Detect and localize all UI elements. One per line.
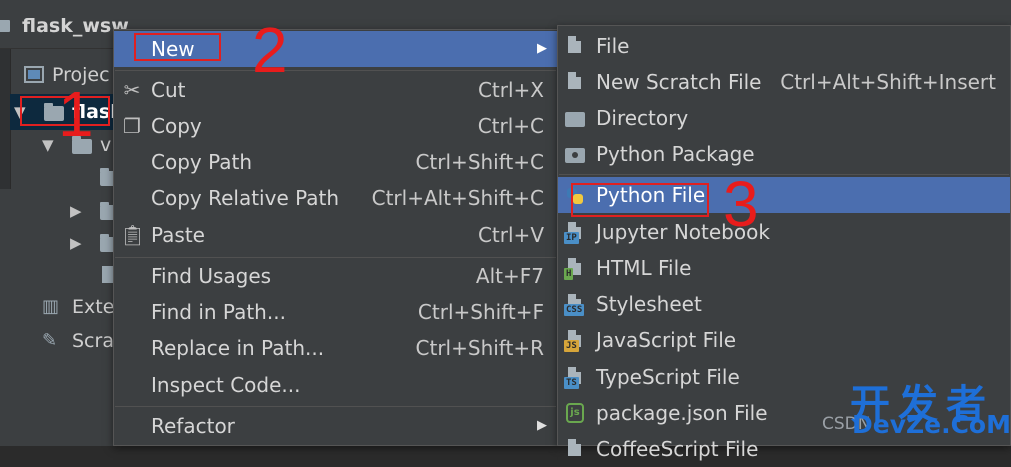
submenu-item-label: New Scratch File bbox=[596, 70, 762, 94]
submenu-item-label: File bbox=[596, 34, 630, 58]
css-badge: CSS bbox=[564, 304, 585, 316]
annotation-number-2: 2 bbox=[252, 14, 288, 86]
menu-item-shortcut: Ctrl+X bbox=[477, 78, 544, 102]
menu-item-copy-relative-path[interactable]: Copy Relative Path Ctrl+Alt+Shift+C bbox=[114, 180, 557, 216]
menu-item-shortcut: Ctrl+Shift+R bbox=[415, 336, 544, 360]
menu-item-copy[interactable]: ❐ Copy Ctrl+C bbox=[114, 108, 557, 144]
menu-item-cut[interactable]: ✂ Cut Ctrl+X bbox=[114, 72, 557, 108]
menu-item-paste[interactable]: 📋︎ Paste Ctrl+V bbox=[114, 217, 557, 253]
submenu-item-label: TypeScript File bbox=[596, 365, 740, 389]
submenu-item-python-package[interactable]: Python Package bbox=[558, 136, 1010, 172]
menu-item-label: Inspect Code... bbox=[151, 373, 301, 397]
folder-icon bbox=[0, 20, 10, 32]
annotation-number-1: 1 bbox=[58, 78, 94, 150]
project-view-icon bbox=[24, 66, 44, 83]
ts-badge: TS bbox=[564, 377, 579, 389]
menu-item-shortcut: Ctrl+C bbox=[477, 114, 544, 138]
menu-item-label: Replace in Path... bbox=[151, 336, 325, 360]
menu-item-label: Refactor bbox=[151, 414, 235, 438]
tree-item-label: Scra bbox=[72, 330, 114, 352]
menu-item-label: Copy bbox=[151, 114, 202, 138]
tree-item-label: Exte bbox=[72, 296, 115, 318]
menu-separator bbox=[559, 174, 1009, 175]
submenu-arrow-icon: ▶ bbox=[537, 418, 547, 433]
jupyter-badge: IP bbox=[564, 232, 579, 244]
menu-item-label: Find Usages bbox=[151, 264, 272, 288]
menu-item-refactor[interactable]: Refactor ▶ bbox=[114, 408, 557, 444]
tree-item-label: v bbox=[100, 134, 112, 156]
submenu-item-shortcut: Ctrl+Alt+Shift+Insert bbox=[780, 70, 996, 94]
libraries-icon: ▥ bbox=[42, 296, 60, 317]
submenu-item-new-scratch-file[interactable]: New Scratch File Ctrl+Alt+Shift+Insert bbox=[558, 64, 1010, 100]
submenu-item-jupyter-notebook[interactable]: IP Jupyter Notebook bbox=[558, 214, 1010, 250]
menu-item-shortcut: Ctrl+Alt+Shift+C bbox=[371, 186, 544, 210]
submenu-item-stylesheet[interactable]: CSS Stylesheet bbox=[558, 286, 1010, 322]
submenu-item-label: HTML File bbox=[596, 256, 692, 280]
submenu-item-label: Directory bbox=[596, 106, 689, 130]
submenu-item-label: Python Package bbox=[596, 142, 755, 166]
menu-item-shortcut: Ctrl+Shift+F bbox=[417, 300, 544, 324]
file-icon bbox=[568, 36, 581, 53]
scissors-icon: ✂ bbox=[123, 78, 141, 102]
directory-icon bbox=[565, 112, 585, 127]
menu-item-replace-in-path[interactable]: Replace in Path... Ctrl+Shift+R bbox=[114, 330, 557, 366]
menu-item-shortcut: Alt+F7 bbox=[475, 264, 544, 288]
menu-item-find-usages[interactable]: Find Usages Alt+F7 bbox=[114, 258, 557, 294]
menu-item-label: Paste bbox=[151, 223, 205, 247]
annotation-box-3 bbox=[571, 183, 709, 217]
annotation-number-3: 3 bbox=[723, 168, 759, 240]
scratches-icon: ✎ bbox=[42, 330, 58, 351]
submenu-item-label: JavaScript File bbox=[596, 328, 737, 352]
menu-item-label: Cut bbox=[151, 78, 186, 102]
menu-item-label: Copy Relative Path bbox=[151, 186, 340, 210]
menu-item-copy-path[interactable]: Copy Path Ctrl+Shift+C bbox=[114, 144, 557, 180]
submenu-item-file[interactable]: File bbox=[558, 28, 1010, 64]
menu-separator bbox=[115, 406, 556, 407]
clipboard-icon: 📋︎ bbox=[120, 223, 146, 247]
expand-arrow-icon[interactable]: ▶ bbox=[70, 234, 82, 252]
html-badge: H bbox=[564, 268, 574, 280]
submenu-item-javascript-file[interactable]: JS JavaScript File bbox=[558, 322, 1010, 358]
submenu-item-label: CoffeeScript File bbox=[596, 437, 759, 461]
menu-item-inspect-code[interactable]: Inspect Code... bbox=[114, 367, 557, 403]
scratch-file-icon bbox=[568, 72, 581, 89]
coffeescript-icon bbox=[568, 439, 581, 456]
expand-arrow-icon[interactable]: ▼ bbox=[42, 128, 54, 162]
submenu-item-label: package.json File bbox=[596, 401, 768, 425]
nodejs-icon: js bbox=[566, 403, 584, 423]
submenu-item-label: Stylesheet bbox=[596, 292, 702, 316]
context-menu: New ▶ ✂ Cut Ctrl+X ❐ Copy Ctrl+C Copy Pa… bbox=[113, 29, 558, 446]
submenu-arrow-icon: ▶ bbox=[537, 41, 547, 56]
expand-arrow-icon[interactable]: ▶ bbox=[70, 202, 82, 220]
menu-separator bbox=[115, 70, 556, 71]
menu-item-shortcut: Ctrl+V bbox=[477, 223, 544, 247]
submenu-item-html-file[interactable]: H HTML File bbox=[558, 250, 1010, 286]
python-package-icon bbox=[565, 148, 585, 163]
js-badge: JS bbox=[564, 340, 579, 352]
watermark-domain: DevZe.CoM bbox=[852, 410, 1011, 439]
menu-item-find-in-path[interactable]: Find in Path... Ctrl+Shift+F bbox=[114, 294, 557, 330]
submenu-item-directory[interactable]: Directory bbox=[558, 100, 1010, 136]
menu-item-label: Find in Path... bbox=[151, 300, 286, 324]
menu-item-label: Copy Path bbox=[151, 150, 253, 174]
annotation-box-2 bbox=[134, 33, 221, 61]
menu-item-shortcut: Ctrl+Shift+C bbox=[415, 150, 544, 174]
copy-icon: ❐ bbox=[123, 114, 141, 138]
